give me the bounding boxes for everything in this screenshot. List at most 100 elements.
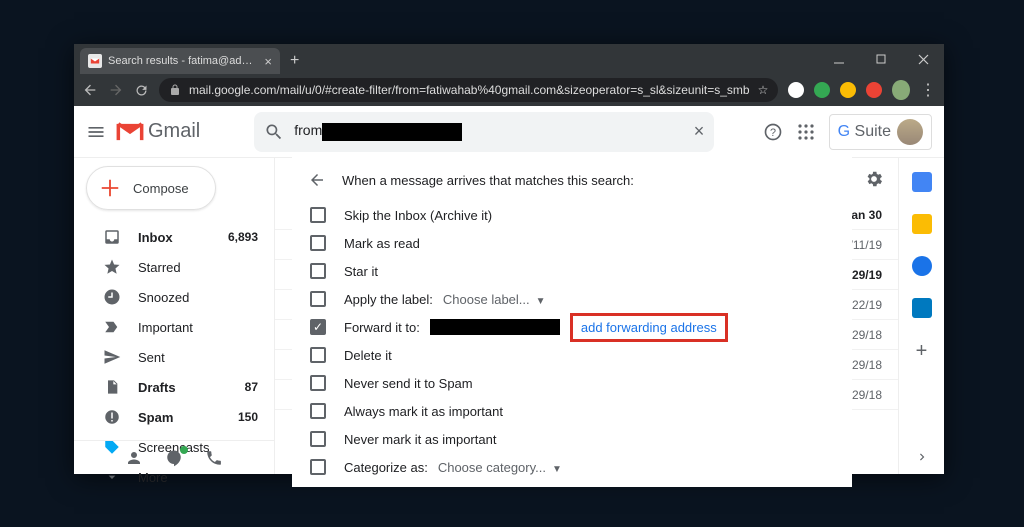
checkbox[interactable] bbox=[310, 319, 326, 335]
filter-option[interactable]: Star it bbox=[308, 257, 836, 285]
checkbox[interactable] bbox=[310, 375, 326, 391]
close-window-button[interactable] bbox=[902, 44, 944, 74]
minimize-button[interactable] bbox=[818, 44, 860, 74]
filter-label: Star it bbox=[344, 264, 378, 279]
compose-button[interactable]: Compose bbox=[86, 166, 216, 210]
checkbox[interactable] bbox=[310, 459, 326, 475]
filter-option[interactable]: Forward it to: add forwarding address bbox=[308, 313, 836, 341]
nav-label: Starred bbox=[138, 260, 258, 275]
rail-app-keep[interactable] bbox=[912, 214, 932, 234]
bookmark-star-icon[interactable]: ☆ bbox=[758, 83, 769, 97]
send-icon bbox=[102, 348, 122, 366]
new-tab-button[interactable]: + bbox=[290, 52, 299, 70]
add-forwarding-highlight: add forwarding address bbox=[570, 313, 728, 342]
filter-option[interactable]: Categorize as: Choose category...▼ bbox=[308, 453, 836, 481]
apps-grid-icon[interactable] bbox=[797, 123, 815, 141]
gmail-body: Compose Inbox6,893 Starred Snoozed Importan… bbox=[74, 158, 944, 474]
browser-tab[interactable]: Search results - fatima@addictiv × bbox=[80, 48, 280, 74]
maximize-button[interactable] bbox=[860, 44, 902, 74]
right-rail: + bbox=[898, 158, 944, 474]
search-icon bbox=[264, 122, 284, 142]
filter-option[interactable]: Never send it to Spam bbox=[308, 369, 836, 397]
rail-app-calendar[interactable] bbox=[912, 172, 932, 192]
filter-back-icon[interactable] bbox=[308, 171, 326, 189]
filter-label: Apply the label: bbox=[344, 292, 433, 307]
nav-label: Drafts bbox=[138, 380, 245, 395]
gear-icon[interactable] bbox=[864, 169, 884, 189]
filter-option[interactable]: Always mark it as important bbox=[308, 397, 836, 425]
nav-label: Spam bbox=[138, 410, 238, 425]
add-app-button[interactable]: + bbox=[916, 340, 928, 363]
gsuite-text: G Suite bbox=[838, 123, 891, 141]
filter-label: Never mark it as important bbox=[344, 432, 496, 447]
extension-ext3[interactable] bbox=[840, 82, 856, 98]
filter-option[interactable]: Never mark it as important bbox=[308, 425, 836, 453]
filter-option[interactable]: Delete it bbox=[308, 341, 836, 369]
gmail-favicon bbox=[88, 54, 102, 68]
gmail-logo[interactable]: Gmail bbox=[116, 120, 200, 143]
checkbox[interactable] bbox=[310, 235, 326, 251]
filter-label: Delete it bbox=[344, 348, 392, 363]
chat-bar bbox=[74, 440, 274, 474]
checkbox[interactable] bbox=[310, 347, 326, 363]
search-box[interactable]: from × bbox=[254, 112, 714, 152]
clear-search-icon[interactable]: × bbox=[694, 121, 705, 142]
close-tab-icon[interactable]: × bbox=[264, 54, 272, 69]
inbox-icon bbox=[102, 228, 122, 246]
checkbox[interactable] bbox=[310, 263, 326, 279]
sidebar-item-drafts[interactable]: Drafts87 bbox=[82, 372, 274, 402]
sidebar-item-spam[interactable]: Spam150 bbox=[82, 402, 274, 432]
hamburger-icon[interactable] bbox=[86, 122, 106, 142]
clock-icon bbox=[102, 288, 122, 306]
forward-button[interactable] bbox=[108, 82, 124, 98]
address-bar[interactable]: mail.google.com/mail/u/0/#create-filter/… bbox=[159, 78, 778, 102]
filter-dropdown[interactable]: Choose category...▼ bbox=[438, 460, 562, 475]
checkbox[interactable] bbox=[310, 291, 326, 307]
filter-option[interactable]: Apply the label: Choose label...▼ bbox=[308, 285, 836, 313]
star-icon bbox=[102, 258, 122, 276]
checkbox[interactable] bbox=[310, 431, 326, 447]
important-icon bbox=[102, 318, 122, 336]
filter-title: When a message arrives that matches this… bbox=[342, 173, 634, 188]
add-forwarding-link[interactable]: add forwarding address bbox=[581, 320, 717, 335]
filter-label: Skip the Inbox (Archive it) bbox=[344, 208, 492, 223]
sidebar-item-important[interactable]: Important bbox=[82, 312, 274, 342]
window-controls bbox=[818, 44, 944, 74]
reload-button[interactable] bbox=[134, 83, 149, 98]
hangouts-icon[interactable] bbox=[165, 449, 183, 467]
extension-ext4[interactable] bbox=[866, 82, 882, 98]
sidebar-item-snoozed[interactable]: Snoozed bbox=[82, 282, 274, 312]
back-button[interactable] bbox=[82, 82, 98, 98]
filter-label: Forward it to: bbox=[344, 320, 420, 335]
gmail-brand-text: Gmail bbox=[148, 120, 200, 143]
extension-ext2[interactable] bbox=[814, 82, 830, 98]
extension-icons bbox=[788, 82, 882, 98]
url-text: mail.google.com/mail/u/0/#create-filter/… bbox=[189, 83, 750, 97]
checkbox[interactable] bbox=[310, 403, 326, 419]
filter-label: Categorize as: bbox=[344, 460, 428, 475]
filter-dropdown[interactable]: Choose label...▼ bbox=[443, 292, 546, 307]
profile-avatar[interactable] bbox=[892, 80, 910, 100]
titlebar: Search results - fatima@addictiv × + bbox=[74, 44, 944, 74]
rail-chevron-icon[interactable] bbox=[915, 450, 929, 464]
help-icon[interactable]: ? bbox=[763, 122, 783, 142]
checkbox[interactable] bbox=[310, 207, 326, 223]
rail-app-tasks[interactable] bbox=[912, 256, 932, 276]
account-avatar[interactable] bbox=[897, 119, 923, 145]
browser-menu-icon[interactable]: ⋮ bbox=[920, 80, 936, 100]
spam-icon bbox=[102, 408, 122, 426]
rail-app-trello[interactable] bbox=[912, 298, 932, 318]
nav-count: 6,893 bbox=[228, 230, 258, 244]
filter-header: When a message arrives that matches this… bbox=[308, 171, 836, 189]
extension-ext1[interactable] bbox=[788, 82, 804, 98]
nav-label: Important bbox=[138, 320, 258, 335]
sidebar-item-sent[interactable]: Sent bbox=[82, 342, 274, 372]
person-icon[interactable] bbox=[125, 449, 143, 467]
filter-option[interactable]: Mark as read bbox=[308, 229, 836, 257]
sidebar-item-inbox[interactable]: Inbox6,893 bbox=[82, 222, 274, 252]
sidebar-item-starred[interactable]: Starred bbox=[82, 252, 274, 282]
phone-icon[interactable] bbox=[205, 449, 223, 467]
filter-option[interactable]: Skip the Inbox (Archive it) bbox=[308, 201, 836, 229]
header-right: ? G Suite bbox=[763, 114, 932, 150]
gsuite-badge[interactable]: G Suite bbox=[829, 114, 932, 150]
